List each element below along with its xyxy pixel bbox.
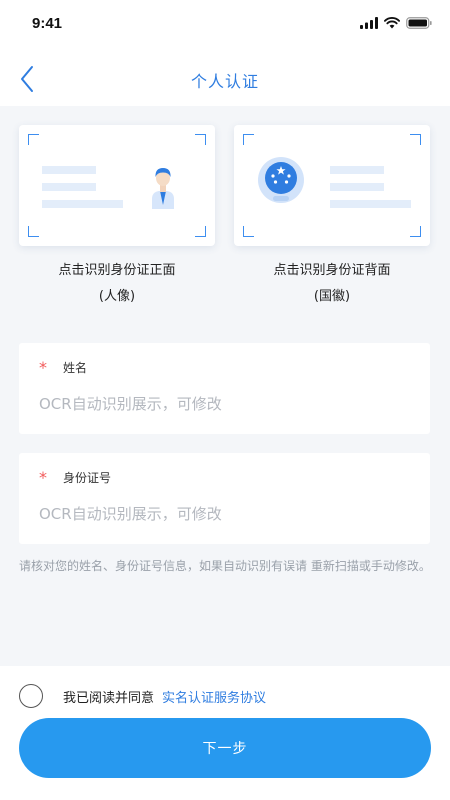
id-card-front-scan[interactable] — [19, 125, 215, 246]
scan-corner — [195, 134, 206, 145]
id-number-field-card: * 身份证号 — [19, 453, 430, 544]
caption-line: (人像) — [98, 289, 136, 304]
agreement-link[interactable]: 实名认证服务协议 — [162, 687, 266, 706]
text-line — [330, 183, 384, 191]
text-line — [42, 166, 96, 174]
name-field-label: * 姓名 — [39, 359, 87, 376]
scan-corner — [243, 226, 254, 237]
scan-corner — [28, 226, 39, 237]
caption-line: 点击识别身份证正面 — [58, 263, 176, 278]
id-card-front-caption: 点击识别身份证正面 (人像) — [19, 258, 215, 310]
name-label-text: 姓名 — [63, 361, 88, 375]
nav-bar: 个人认证 — [0, 52, 450, 106]
national-emblem-icon — [258, 157, 304, 203]
agreement-checkbox[interactable] — [19, 684, 43, 708]
wifi-icon — [384, 17, 400, 29]
required-mark: * — [39, 467, 47, 487]
portrait-icon — [152, 168, 174, 209]
id-number-label-text: 身份证号 — [63, 471, 112, 485]
name-field-card: * 姓名 — [19, 343, 430, 434]
text-line — [42, 183, 96, 191]
name-input[interactable] — [39, 391, 409, 417]
caption-line: 点击识别身份证背面 — [273, 263, 391, 278]
scan-corner — [410, 226, 421, 237]
id-card-back-scan[interactable] — [234, 125, 430, 246]
text-line — [330, 166, 384, 174]
status-bar: 9:41 — [0, 0, 450, 48]
scan-corner — [195, 226, 206, 237]
agreement-row: 我已阅读并同意 实名认证服务协议 — [19, 683, 266, 709]
agreement-text: 我已阅读并同意 — [63, 690, 155, 706]
signal-icon — [360, 17, 378, 29]
bottom-panel: 我已阅读并同意 实名认证服务协议 下一步 — [0, 666, 450, 800]
text-line — [330, 200, 411, 208]
required-mark: * — [39, 357, 47, 377]
status-time: 9:41 — [32, 15, 63, 32]
id-number-input[interactable] — [39, 501, 409, 527]
scan-corner — [28, 134, 39, 145]
page-title: 个人认证 — [190, 72, 259, 91]
header-area: 9:41 个人认证 — [0, 0, 450, 106]
status-icons — [360, 16, 432, 30]
scan-corner — [410, 134, 421, 145]
battery-icon — [406, 17, 432, 29]
text-line — [42, 200, 123, 208]
id-number-field-label: * 身份证号 — [39, 469, 111, 486]
id-card-back-caption: 点击识别身份证背面 (国徽) — [234, 258, 430, 310]
scan-corner — [243, 134, 254, 145]
verification-hint: 请核对您的姓名、身份证号信息，如果自动识别有误请 重新扫描或手动修改。 — [19, 559, 431, 573]
caption-line: (国徽) — [313, 289, 351, 304]
next-step-button[interactable]: 下一步 — [19, 718, 431, 778]
